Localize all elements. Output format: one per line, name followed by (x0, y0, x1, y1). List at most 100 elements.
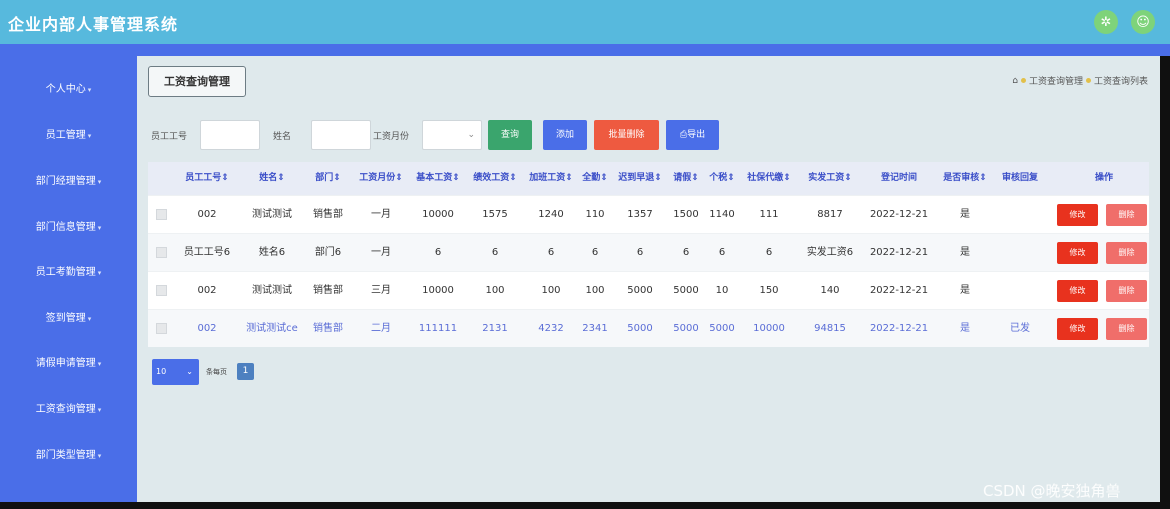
delete-button[interactable]: 删除 (1106, 318, 1147, 340)
delete-button[interactable]: 删除 (1106, 280, 1147, 302)
column-header[interactable]: 全勤⇕ (580, 162, 610, 195)
column-header[interactable]: 姓名⇕ (242, 162, 302, 195)
breadcrumb-separator (1085, 78, 1091, 83)
sidebar-item-salary[interactable]: 工资查询管理 ▾ (0, 400, 137, 420)
cell-base: 10000 (422, 209, 454, 220)
cell-month: 三月 (371, 285, 391, 296)
column-header[interactable]: 社保代缴⇕ (742, 162, 796, 195)
salary-table: 员工工号⇕ 姓名⇕ 部门⇕ 工资月份⇕ 基本工资⇕ 绩效工资⇕ 加班工资⇕ 全勤… (148, 162, 1149, 347)
sidebar-item-attendance[interactable]: 员工考勤管理 ▾ (0, 263, 137, 283)
row-checkbox[interactable] (156, 323, 167, 334)
cell-approved: 是 (960, 247, 970, 258)
column-header[interactable]: 部门⇕ (308, 162, 348, 195)
cell-dept: 销售部 (313, 209, 343, 220)
cell-reply (996, 234, 1044, 272)
cell-employee-id: 002 (197, 209, 217, 220)
query-button[interactable]: 查询 (488, 120, 532, 150)
cell-net: 140 (820, 285, 840, 296)
row-checkbox[interactable] (156, 285, 167, 296)
column-header[interactable]: 加班工资⇕ (524, 162, 578, 195)
cell-reply (996, 196, 1044, 234)
cell-dept: 销售部 (313, 285, 343, 296)
cell-reply (996, 272, 1044, 310)
table-row: 002 测试测试ce 销售部 二月 111111 2131 4232 2341 … (148, 309, 1149, 347)
edit-button[interactable]: 修改 (1057, 318, 1098, 340)
row-checkbox[interactable] (156, 209, 167, 220)
settings-icon[interactable]: ✲ (1094, 10, 1118, 34)
table-row: 002 测试测试 销售部 三月 10000 100 100 100 5000 5… (148, 271, 1149, 309)
edit-button[interactable]: 修改 (1057, 204, 1098, 226)
month-label: 工资月份 (373, 132, 410, 142)
cell-month: 一月 (371, 247, 391, 258)
app-title: 企业内部人事管理系统 (8, 15, 179, 34)
cell-leave: 5000 (673, 323, 699, 334)
cell-approved: 是 (960, 285, 970, 296)
add-button[interactable]: 添加 (543, 120, 587, 150)
column-header[interactable]: 是否审核⇕ (938, 162, 992, 195)
cell-name: 测试测试ce (246, 323, 298, 334)
chevron-down-icon: ⌄ (467, 130, 475, 140)
chevron-down-icon: ▾ (97, 406, 102, 414)
cell-overtime: 4232 (538, 323, 564, 334)
column-header[interactable]: 迟到早退⇕ (612, 162, 668, 195)
edit-button[interactable]: 修改 (1057, 242, 1098, 264)
sidebar-item-employee[interactable]: 员工管理 ▾ (0, 126, 137, 146)
breadcrumb-separator (1020, 78, 1026, 83)
employee-id-label: 员工工号 (151, 132, 188, 142)
column-header[interactable]: 个税⇕ (706, 162, 738, 195)
top-stripe (0, 44, 1170, 56)
cell-net: 94815 (814, 323, 846, 334)
sidebar-item-signin[interactable]: 签到管理 ▾ (0, 309, 137, 329)
app-header: 企业内部人事管理系统 ✲ ☺ (0, 0, 1170, 44)
batch-delete-button[interactable]: 批量删除 (594, 120, 659, 150)
month-select[interactable]: ⌄ (422, 120, 482, 150)
home-icon[interactable]: ⌂ (1012, 76, 1018, 86)
cell-dept: 部门6 (314, 247, 342, 258)
page-number-button[interactable]: 1 (237, 363, 254, 380)
page-size-select[interactable]: 10 ⌄ (152, 359, 199, 385)
cell-base: 6 (434, 247, 442, 258)
cell-performance: 2131 (482, 323, 508, 334)
cell-date: 2022-12-21 (869, 285, 929, 296)
cell-approved: 是 (960, 323, 970, 334)
cell-performance: 6 (491, 247, 499, 258)
column-header[interactable]: 实发工资⇕ (802, 162, 858, 195)
sidebar-item-dept-manager[interactable]: 部门经理管理 ▾ (0, 172, 137, 192)
chevron-down-icon: ▾ (87, 315, 92, 323)
sidebar-item-dept-info[interactable]: 部门信息管理 ▾ (0, 218, 137, 238)
cell-leave: 6 (682, 247, 690, 258)
column-header[interactable]: 基本工资⇕ (411, 162, 465, 195)
delete-button[interactable]: 删除 (1106, 242, 1147, 264)
sidebar-item-personal-center[interactable]: 个人中心 ▾ (0, 80, 137, 100)
name-input[interactable] (311, 120, 371, 150)
column-header[interactable]: 工资月份⇕ (354, 162, 408, 195)
cell-reply: 已发 (1010, 323, 1030, 334)
sidebar-item-dept-type[interactable]: 部门类型管理 ▾ (0, 446, 137, 466)
edit-button[interactable]: 修改 (1057, 280, 1098, 302)
export-button[interactable]: ⎙导出 (666, 120, 719, 150)
column-header: 操作 (1094, 173, 1113, 183)
column-header[interactable]: 员工工号⇕ (178, 162, 236, 195)
cell-date: 2022-12-21 (869, 247, 929, 258)
column-header[interactable]: 请假⇕ (670, 162, 702, 195)
column-header[interactable]: 绩效工资⇕ (468, 162, 522, 195)
employee-id-input[interactable] (200, 120, 260, 150)
cell-net: 实发工资6 (806, 247, 854, 258)
breadcrumb-item: 工资查询列表 (1093, 77, 1148, 87)
cell-social: 111 (759, 209, 779, 220)
delete-button[interactable]: 删除 (1106, 204, 1147, 226)
row-checkbox[interactable] (156, 247, 167, 258)
cell-performance: 100 (485, 285, 505, 296)
cell-employee-id: 002 (197, 285, 217, 296)
cell-tax: 5000 (709, 323, 735, 334)
cell-late: 1357 (627, 209, 653, 220)
cell-employee-id: 员工工号6 (183, 247, 231, 258)
cell-late: 6 (636, 247, 644, 258)
user-icon[interactable]: ☺ (1131, 10, 1155, 34)
breadcrumb-item[interactable]: 工资查询管理 (1029, 74, 1083, 87)
cell-month: 二月 (371, 323, 391, 334)
cell-month: 一月 (371, 209, 391, 220)
sidebar-item-leave[interactable]: 请假申请管理 ▾ (0, 354, 137, 374)
chevron-down-icon: ▾ (97, 452, 102, 460)
chevron-down-icon: ▾ (97, 360, 102, 368)
